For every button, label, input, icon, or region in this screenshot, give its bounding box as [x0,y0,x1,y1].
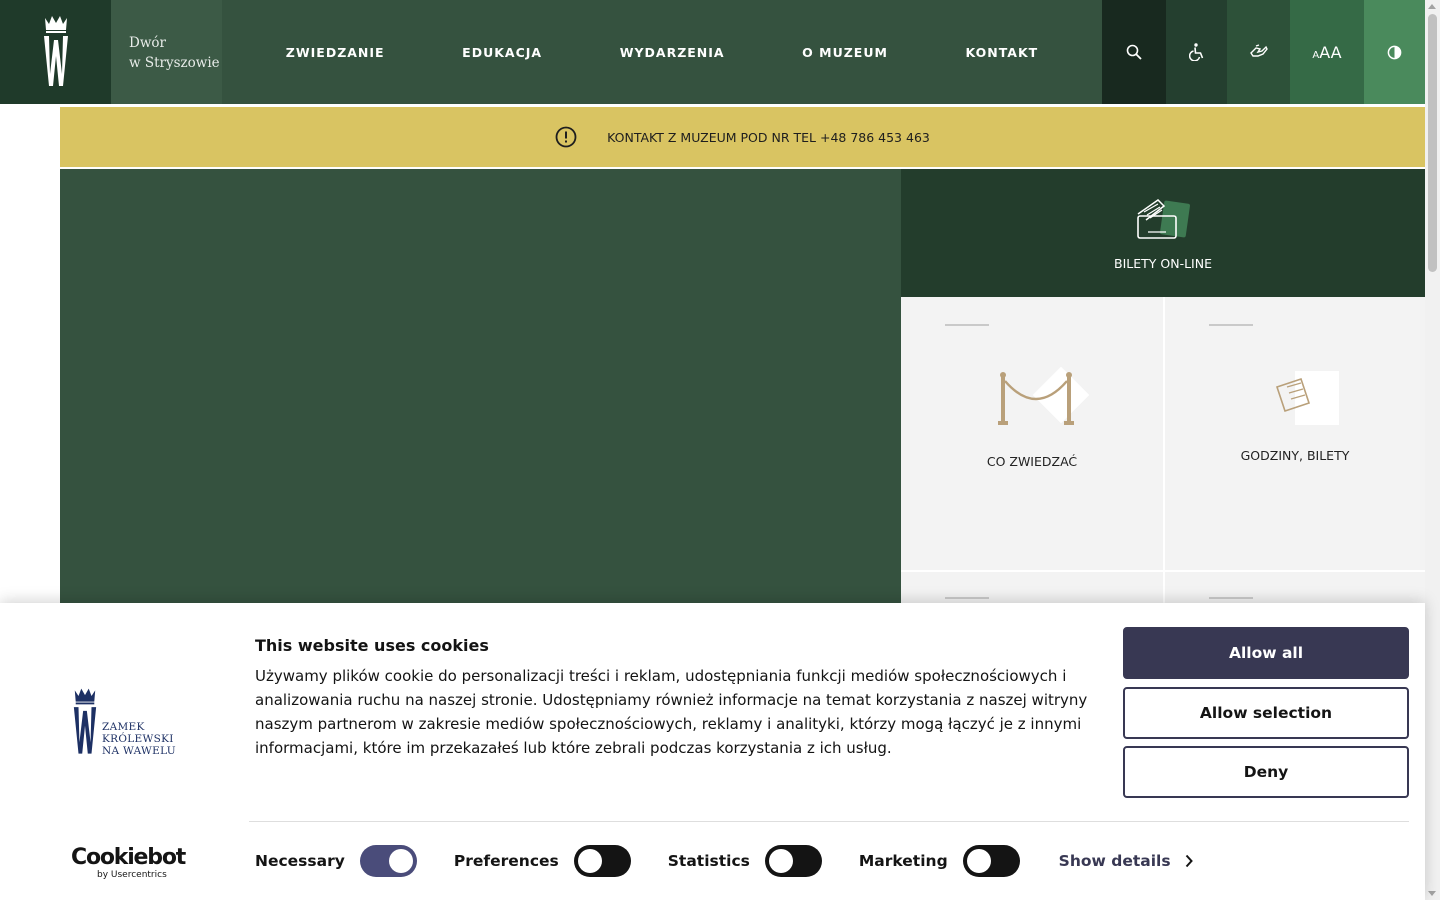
show-details-link[interactable]: Show details [1059,852,1193,870]
scrollbar-thumb[interactable] [1428,14,1437,272]
main-nav: ZWIEDZANIE EDUKACJA WYDARZENIA O MUZEUM … [222,0,1102,104]
rope-barrier-icon [998,367,1089,425]
hours-tickets-tile[interactable]: GODZINY, BILETY [1165,297,1425,570]
cookie-consent-banner: ZAMEK KRÓLEWSKI NA WAWELU This website u… [0,603,1425,900]
statistics-toggle-group: Statistics [668,845,822,877]
what-to-visit-label: CO ZWIEDZAĆ [986,454,1078,469]
what-to-visit-tile[interactable]: CO ZWIEDZAĆ [901,297,1163,570]
nav-edukacja[interactable]: EDUKACJA [462,45,542,60]
wawel-logo: ZAMEK KRÓLEWSKI NA WAWELU [72,685,176,759]
sign-language-button[interactable] [1227,0,1290,104]
font-size-icon: AAA [1312,42,1342,62]
nav-o-muzeum[interactable]: O MUZEUM [802,45,888,60]
contact-notice-bar: KONTAKT Z MUZEUM POD NR TEL +48 786 453 … [60,107,1425,167]
statistics-label: Statistics [667,852,750,870]
tickets-online-label: BILETY ON-LINE [1114,255,1212,271]
cookie-description: Używamy plików cookie do personalizacji … [255,667,1088,757]
tile-decoration [1209,597,1253,599]
tickets-online-tile[interactable]: BILETY ON-LINE [901,169,1425,297]
cookie-title: This website uses cookies [255,636,489,655]
necessary-label: Necessary [255,852,345,870]
scroll-up-arrow-icon[interactable] [1428,4,1436,9]
deny-button[interactable]: Deny [1123,746,1409,798]
necessary-toggle-group: Necessary [255,845,417,877]
notice-text: KONTAKT Z MUZEUM POD NR TEL +48 786 453 … [607,129,930,145]
statistics-toggle[interactable] [764,845,822,877]
sign-language-icon [1249,44,1268,57]
tile-decoration [945,324,989,326]
crown-w-logo-icon [43,16,68,86]
contrast-button[interactable] [1364,0,1425,104]
page-scrollbar[interactable] [1425,0,1440,900]
museum-logo[interactable] [0,0,111,104]
tile-decoration [945,597,989,599]
nav-kontakt[interactable]: KONTAKT [966,45,1039,60]
site-name-line1: Dwór [129,35,166,51]
preferences-toggle[interactable] [573,845,631,877]
accessibility-toolbar: AAA [1102,0,1425,104]
toggle-knob [768,849,793,873]
marketing-label: Marketing [858,852,948,870]
font-size-button[interactable]: AAA [1290,0,1364,104]
nav-wydarzenia[interactable]: WYDARZENIA [620,45,725,60]
toggle-knob [966,849,991,873]
contrast-icon [1387,45,1402,59]
tile-decoration [1209,324,1253,326]
allow-all-button[interactable]: Allow all [1123,627,1409,679]
site-name[interactable]: Dwór w Stryszowie [111,0,222,104]
show-details-label: Show details [1058,852,1171,870]
cookiebot-logo[interactable]: Cookiebot by Usercentrics [71,846,186,881]
marketing-toggle-group: Marketing [859,845,1020,877]
allow-selection-button[interactable]: Allow selection [1123,687,1409,739]
chevron-right-icon [1185,854,1193,868]
marketing-toggle[interactable] [962,845,1020,877]
hours-tickets-label: GODZINY, BILETY [1240,448,1350,463]
cookie-category-toggles: Necessary Preferences Statistics Marketi… [255,844,1193,878]
tickets-icon [1137,198,1190,239]
cookie-divider [249,821,1409,822]
toggle-knob [577,849,602,873]
crown-w-logo-icon [73,688,97,754]
toggle-knob [388,849,413,873]
site-header: Dwór w Stryszowie ZWIEDZANIE EDUKACJA WY… [0,0,1425,104]
wawel-logo-text: ZAMEK KRÓLEWSKI NA WAWELU [102,721,176,757]
necessary-toggle[interactable] [359,845,417,877]
ticket-icon [1275,371,1339,425]
preferences-label: Preferences [453,852,559,870]
exclamation-icon [555,126,577,148]
nav-zwiedzanie[interactable]: ZWIEDZANIE [286,45,385,60]
search-icon [1126,44,1142,60]
preferences-toggle-group: Preferences [454,845,631,877]
site-name-line2: w Stryszowie [129,55,220,71]
wheelchair-icon [1188,43,1203,61]
scroll-down-arrow-icon[interactable] [1428,891,1436,896]
search-button[interactable] [1102,0,1166,104]
hero-image-area [60,169,901,609]
accessibility-button[interactable] [1166,0,1227,104]
